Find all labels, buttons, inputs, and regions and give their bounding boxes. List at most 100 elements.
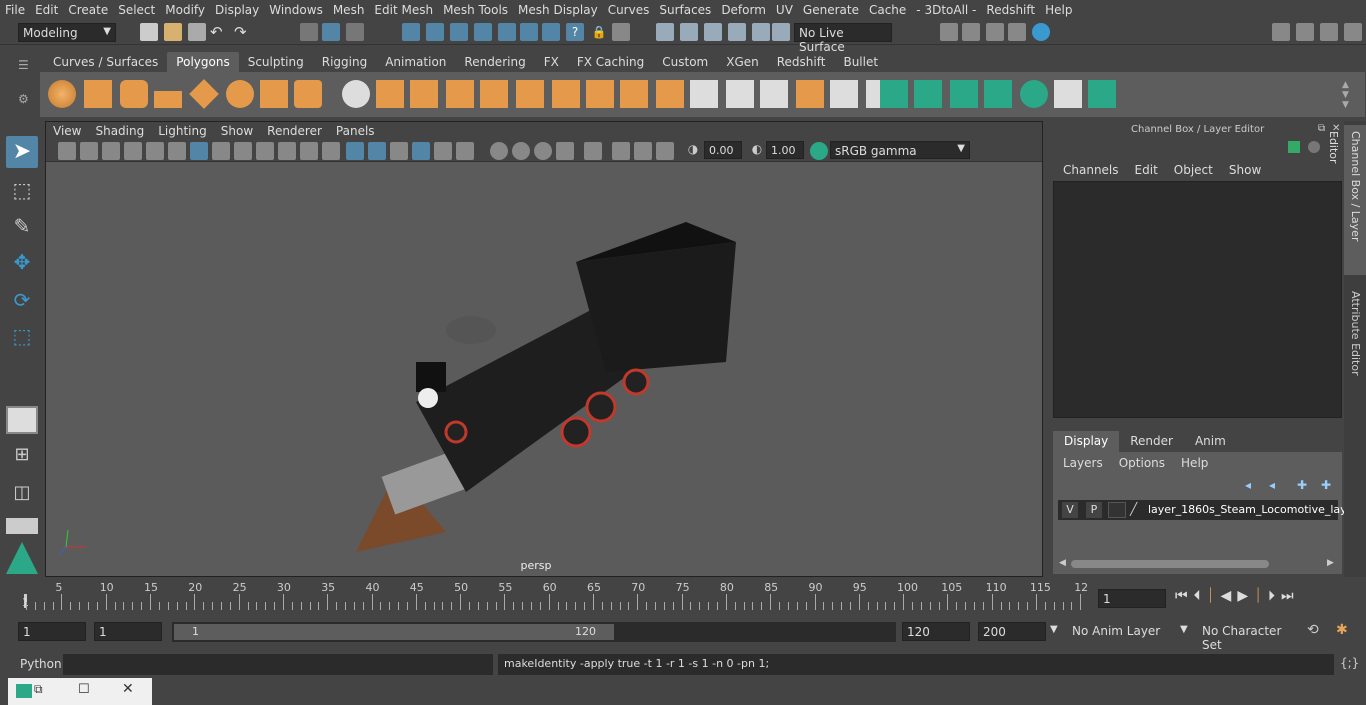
play-forward-icon[interactable]: ▶ — [1237, 588, 1248, 604]
shelf-tab-rendering[interactable]: Rendering — [455, 52, 534, 72]
layer-scrollbar[interactable] — [1071, 560, 1269, 568]
fill-hole-icon[interactable] — [690, 80, 718, 108]
restore-icon[interactable]: ⧉ — [34, 682, 43, 697]
shelf-tab-custom[interactable]: Custom — [653, 52, 717, 72]
safe-title-icon[interactable] — [322, 142, 340, 160]
channel-box-icon[interactable] — [1344, 23, 1362, 41]
paint-select-icon[interactable] — [704, 23, 722, 41]
command-input[interactable] — [63, 654, 493, 675]
dof-icon[interactable] — [556, 142, 574, 160]
shelf-tab-redshift[interactable]: Redshift — [768, 52, 835, 72]
step-back-icon[interactable]: ⏴ — [1194, 588, 1201, 604]
shelf-tab-fx[interactable]: FX — [535, 52, 568, 72]
shelf-tab-sculpting[interactable]: Sculpting — [239, 52, 313, 72]
select-object-icon[interactable] — [322, 23, 340, 41]
menu-generate[interactable]: Generate — [798, 3, 864, 17]
lights-icon[interactable] — [434, 142, 452, 160]
gate-mask-icon[interactable] — [256, 142, 274, 160]
time-slider[interactable]: 1 51015202530354045505560657075808590951… — [20, 580, 1090, 610]
isolate-select-icon[interactable] — [584, 142, 602, 160]
script-editor-icon[interactable]: {;} — [1340, 656, 1359, 672]
go-end-icon[interactable]: ⏭ — [1281, 588, 1294, 604]
menu-redshift[interactable]: Redshift — [981, 3, 1040, 17]
select-hierarchy-icon[interactable] — [300, 23, 318, 41]
go-start-icon[interactable]: ⏮ — [1175, 588, 1188, 604]
layer-up-icon[interactable]: ◂ — [1245, 478, 1259, 492]
select-tool-icon[interactable]: ➤ — [6, 136, 38, 168]
menu-select[interactable]: Select — [113, 3, 160, 17]
select-component-icon[interactable] — [346, 23, 364, 41]
menu-mesh-tools[interactable]: Mesh Tools — [438, 3, 513, 17]
multi-cut-icon[interactable] — [586, 80, 614, 108]
play-back-icon[interactable]: ◀ — [1221, 588, 1232, 604]
new-layer-icon[interactable]: ✚ — [1297, 478, 1311, 492]
anim-layer-select[interactable]: No Anim Layer — [1068, 622, 1172, 641]
menu-uv[interactable]: UV — [771, 3, 798, 17]
step-forward-icon[interactable]: ⏵ — [1268, 588, 1275, 604]
separate-icon[interactable] — [376, 80, 404, 108]
field-chart-icon[interactable] — [278, 142, 296, 160]
close-icon[interactable]: ✕ — [122, 681, 134, 697]
new-layer-selected-icon[interactable]: ✚ — [1321, 478, 1335, 492]
green-tool-3-icon[interactable] — [950, 80, 978, 108]
poly-pyramid-icon[interactable] — [260, 80, 288, 108]
target-weld-icon[interactable] — [620, 80, 648, 108]
viewport-menu-lighting[interactable]: Lighting — [151, 122, 214, 140]
gamma-icon[interactable]: ◐ — [748, 142, 766, 160]
channel-menu-show[interactable]: Show — [1221, 160, 1269, 180]
checker-icon[interactable] — [1054, 80, 1082, 108]
four-pane-layout-icon[interactable]: ⊞ — [6, 444, 38, 472]
next-key-icon[interactable]: ⏐ — [1254, 588, 1262, 604]
green-tool-1-icon[interactable] — [880, 80, 908, 108]
ipr-icon[interactable] — [986, 23, 1004, 41]
poly-torus-icon[interactable] — [226, 80, 254, 108]
start-time-field[interactable]: 1 — [18, 622, 86, 641]
hypershade-icon[interactable] — [1032, 23, 1050, 41]
single-pane-layout-icon[interactable] — [6, 406, 38, 434]
poly-sphere-icon[interactable] — [48, 80, 76, 108]
current-frame-field[interactable]: 1 — [1098, 589, 1166, 608]
menu-create[interactable]: Create — [63, 3, 113, 17]
bevel-icon[interactable] — [516, 80, 544, 108]
auto-uv-icon[interactable] — [760, 80, 788, 108]
lock-icon[interactable]: 🔒 — [590, 23, 608, 41]
symmetry-icon[interactable] — [752, 23, 770, 41]
layer-menu-options[interactable]: Options — [1111, 454, 1173, 472]
save-scene-icon[interactable] — [188, 23, 206, 41]
green-tool-5-icon[interactable] — [1020, 80, 1048, 108]
shelf-gear-icon[interactable]: ⚙ — [18, 92, 34, 106]
open-scene-icon[interactable] — [164, 23, 182, 41]
menu-mesh[interactable]: Mesh — [328, 3, 370, 17]
xray-components-icon[interactable] — [656, 142, 674, 160]
history-icon[interactable] — [612, 23, 630, 41]
range-track[interactable]: 1 120 — [172, 622, 896, 642]
poly-pipe-icon[interactable] — [294, 80, 322, 108]
workspace-icon[interactable] — [1272, 23, 1290, 41]
lasso-tool-icon[interactable]: ⬚ — [6, 174, 38, 206]
planar-uv-icon[interactable] — [726, 80, 754, 108]
undo-icon[interactable]: ↶ — [210, 23, 228, 41]
poly-cone-icon[interactable] — [154, 80, 182, 108]
attribute-editor-icon[interactable] — [1320, 23, 1338, 41]
paint-select-tool-icon[interactable]: ✎ — [6, 210, 38, 242]
motion-blur-icon[interactable] — [512, 142, 530, 160]
channel-option-icon[interactable] — [1308, 141, 1320, 153]
soft-select-icon[interactable] — [772, 23, 790, 41]
render-view-icon[interactable] — [940, 23, 958, 41]
chevron-down-icon[interactable]: ▼ — [1180, 624, 1188, 635]
shelf-tab-rigging[interactable]: Rigging — [313, 52, 376, 72]
shelf-tab-curves-surfaces[interactable]: Curves / Surfaces — [44, 52, 167, 72]
playback-start-field[interactable]: 1 — [94, 622, 162, 641]
snap-curve-icon[interactable] — [426, 23, 444, 41]
combine-icon[interactable] — [342, 80, 370, 108]
snap-point-icon[interactable] — [450, 23, 468, 41]
viewport-menu-show[interactable]: Show — [214, 122, 260, 140]
color-management-icon[interactable] — [810, 142, 828, 160]
wireframe-icon[interactable] — [346, 142, 364, 160]
green-tool-4-icon[interactable] — [984, 80, 1012, 108]
menu-modify[interactable]: Modify — [160, 3, 210, 17]
layer-tab-display[interactable]: Display — [1053, 431, 1120, 452]
insert-edge-loop-icon[interactable] — [656, 80, 684, 108]
menu-curves[interactable]: Curves — [603, 3, 655, 17]
camera-select-icon[interactable] — [58, 142, 76, 160]
